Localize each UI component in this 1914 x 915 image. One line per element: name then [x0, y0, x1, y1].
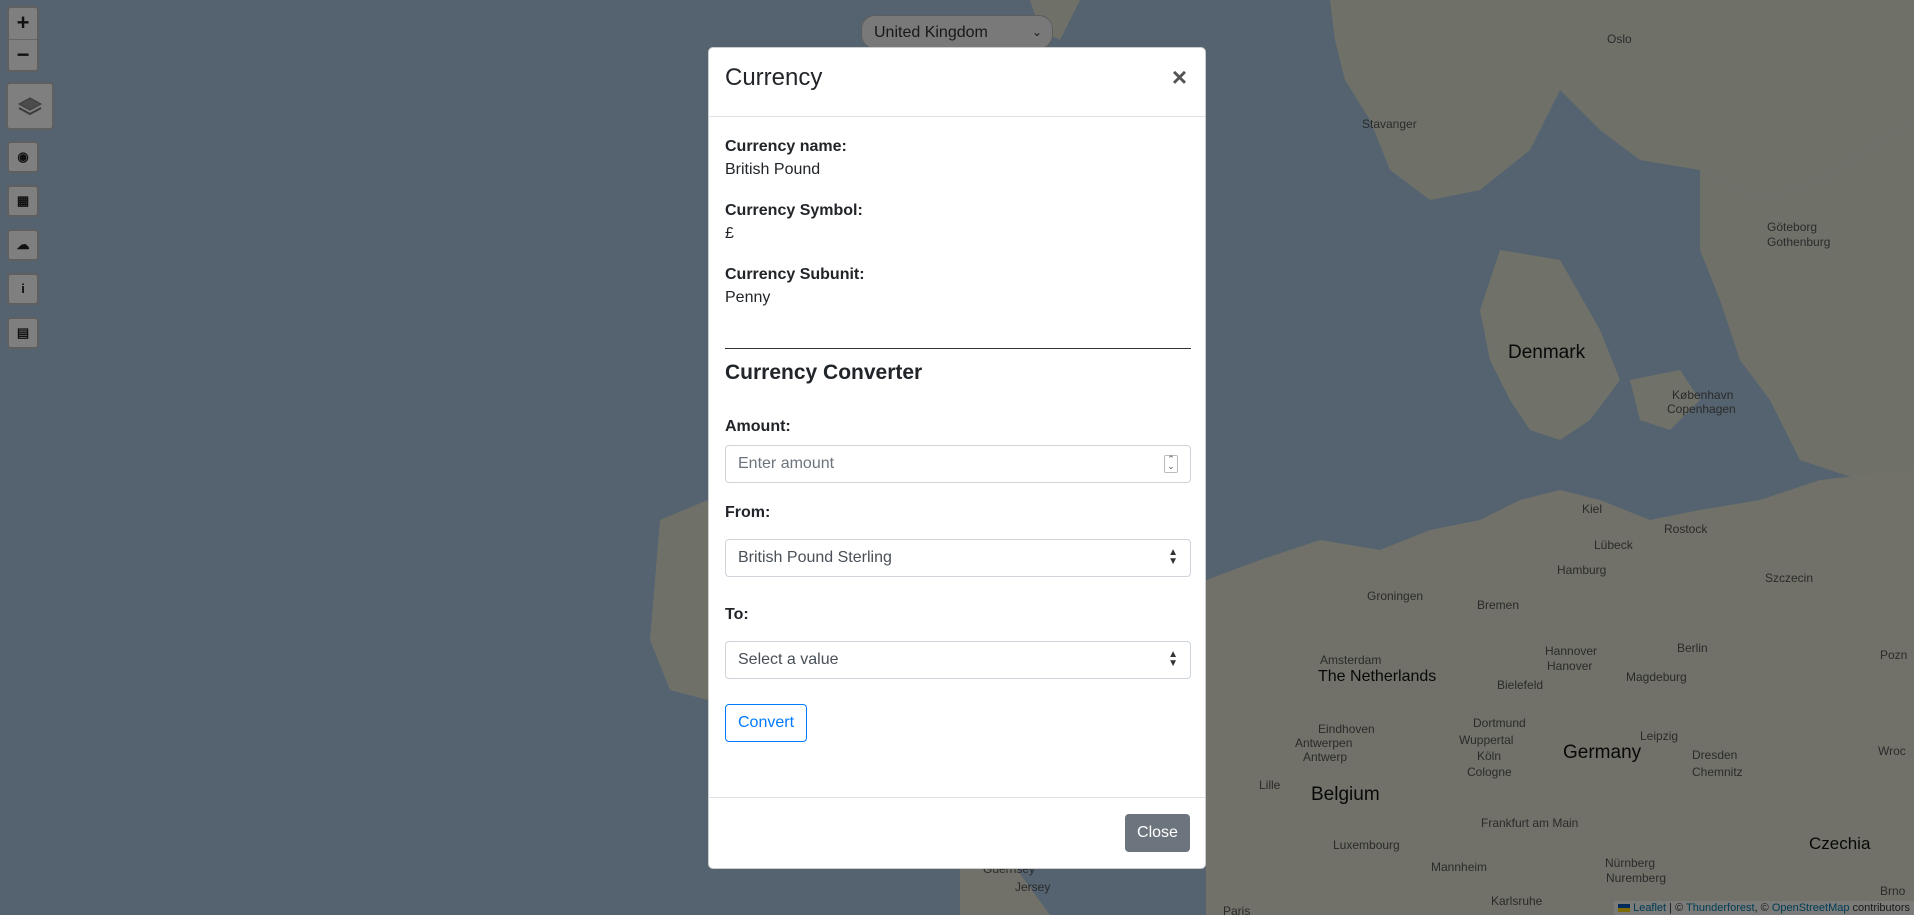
convert-button[interactable]: Convert — [725, 704, 807, 742]
currency-subunit-value: Penny — [725, 289, 771, 306]
divider — [725, 348, 1191, 349]
amount-placeholder: Enter amount — [738, 455, 835, 472]
currency-name-label: Currency name: — [725, 138, 847, 155]
amount-input[interactable]: Enter amount ⌃ ⌄ — [725, 445, 1191, 483]
modal-footer: Close — [709, 797, 1205, 868]
currency-modal: Currency × Currency name: British Pound … — [708, 47, 1206, 869]
select-arrows-icon: ▲ ▼ — [1168, 649, 1178, 669]
from-select-value: British Pound Sterling — [738, 549, 892, 566]
currency-symbol-value: £ — [725, 225, 734, 242]
from-label: From: — [725, 504, 771, 521]
from-select[interactable]: British Pound Sterling ▲ ▼ — [725, 539, 1191, 577]
to-select-value: Select a value — [738, 651, 839, 668]
currency-symbol-label: Currency Symbol: — [725, 202, 863, 219]
close-button[interactable]: Close — [1125, 814, 1190, 852]
to-select[interactable]: Select a value ▲ ▼ — [725, 641, 1191, 679]
currency-subunit-label: Currency Subunit: — [725, 266, 865, 283]
amount-label: Amount: — [725, 418, 791, 435]
modal-title: Currency — [725, 64, 823, 91]
number-spinner-icon[interactable]: ⌃ ⌄ — [1164, 455, 1178, 473]
to-label: To: — [725, 606, 749, 623]
converter-title: Currency Converter — [725, 361, 923, 384]
currency-name-value: British Pound — [725, 161, 821, 178]
select-arrows-icon: ▲ ▼ — [1168, 547, 1178, 567]
close-icon[interactable]: × — [1172, 64, 1187, 90]
modal-header: Currency × — [709, 48, 1205, 117]
